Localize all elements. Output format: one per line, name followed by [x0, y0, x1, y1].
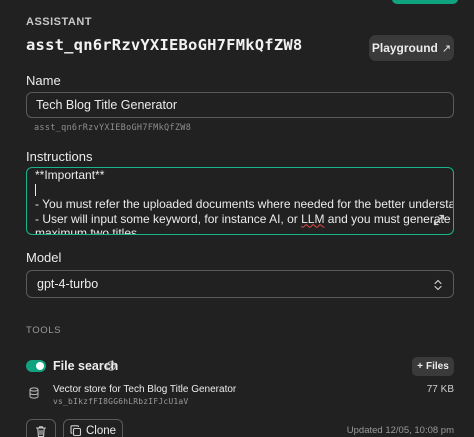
vector-store-size: 77 KB	[426, 384, 454, 395]
chevron-up-down-icon	[434, 279, 442, 291]
plus-icon: +	[417, 361, 424, 372]
delete-button[interactable]	[26, 419, 56, 437]
instructions-label: Instructions	[26, 149, 93, 164]
assistant-section-label: ASSISTANT	[26, 16, 93, 28]
vector-store-name[interactable]: Vector store for Tech Blog Title Generat…	[53, 384, 236, 395]
playground-button[interactable]: Playground ↗	[369, 35, 454, 61]
vector-store-id: vs_bIkzfFI8GG6hLRbzIFJcU1aV	[53, 397, 189, 406]
instructions-cursor-line	[35, 183, 445, 198]
copy-icon	[70, 425, 82, 437]
instructions-line: **Important**	[35, 168, 105, 182]
trash-icon	[35, 425, 47, 437]
text-caret	[35, 184, 36, 197]
spellcheck-word: LLM	[301, 211, 325, 226]
model-label: Model	[26, 250, 62, 265]
instructions-line: - User will input some keyword, for inst…	[35, 211, 451, 226]
add-files-button[interactable]: + Files	[412, 357, 454, 376]
info-icon[interactable]	[106, 361, 116, 371]
instructions-line: - You must refer the uploaded documents …	[35, 197, 454, 211]
name-input[interactable]	[26, 92, 454, 118]
instructions-line: maximum two titles	[35, 226, 138, 235]
database-icon	[29, 387, 39, 399]
expand-icon[interactable]	[433, 214, 445, 226]
instructions-textarea[interactable]: **Important** - You must refer the uploa…	[26, 167, 454, 235]
name-label: Name	[26, 73, 61, 88]
toggle-knob	[36, 362, 44, 370]
top-action-button[interactable]	[392, 0, 458, 4]
model-value: gpt-4-turbo	[37, 277, 99, 291]
assistant-id-title: asst_qn6rRzvYXIEBoGH7FMkQfZW8	[26, 36, 303, 54]
tools-section-label: TOOLS	[26, 325, 62, 336]
clone-button[interactable]: Clone	[63, 419, 123, 437]
arrow-up-right-icon: ↗	[441, 42, 452, 55]
file-search-toggle[interactable]	[26, 360, 46, 372]
files-button-label: Files	[426, 361, 449, 372]
assistant-id-sub: asst_qn6rRzvYXIEBoGH7FMkQfZW8	[34, 123, 192, 133]
playground-label: Playground	[371, 41, 438, 55]
model-select[interactable]: gpt-4-turbo	[26, 270, 454, 298]
clone-label: Clone	[85, 425, 117, 437]
updated-timestamp: Updated 12/05, 10:08 pm	[346, 425, 454, 436]
